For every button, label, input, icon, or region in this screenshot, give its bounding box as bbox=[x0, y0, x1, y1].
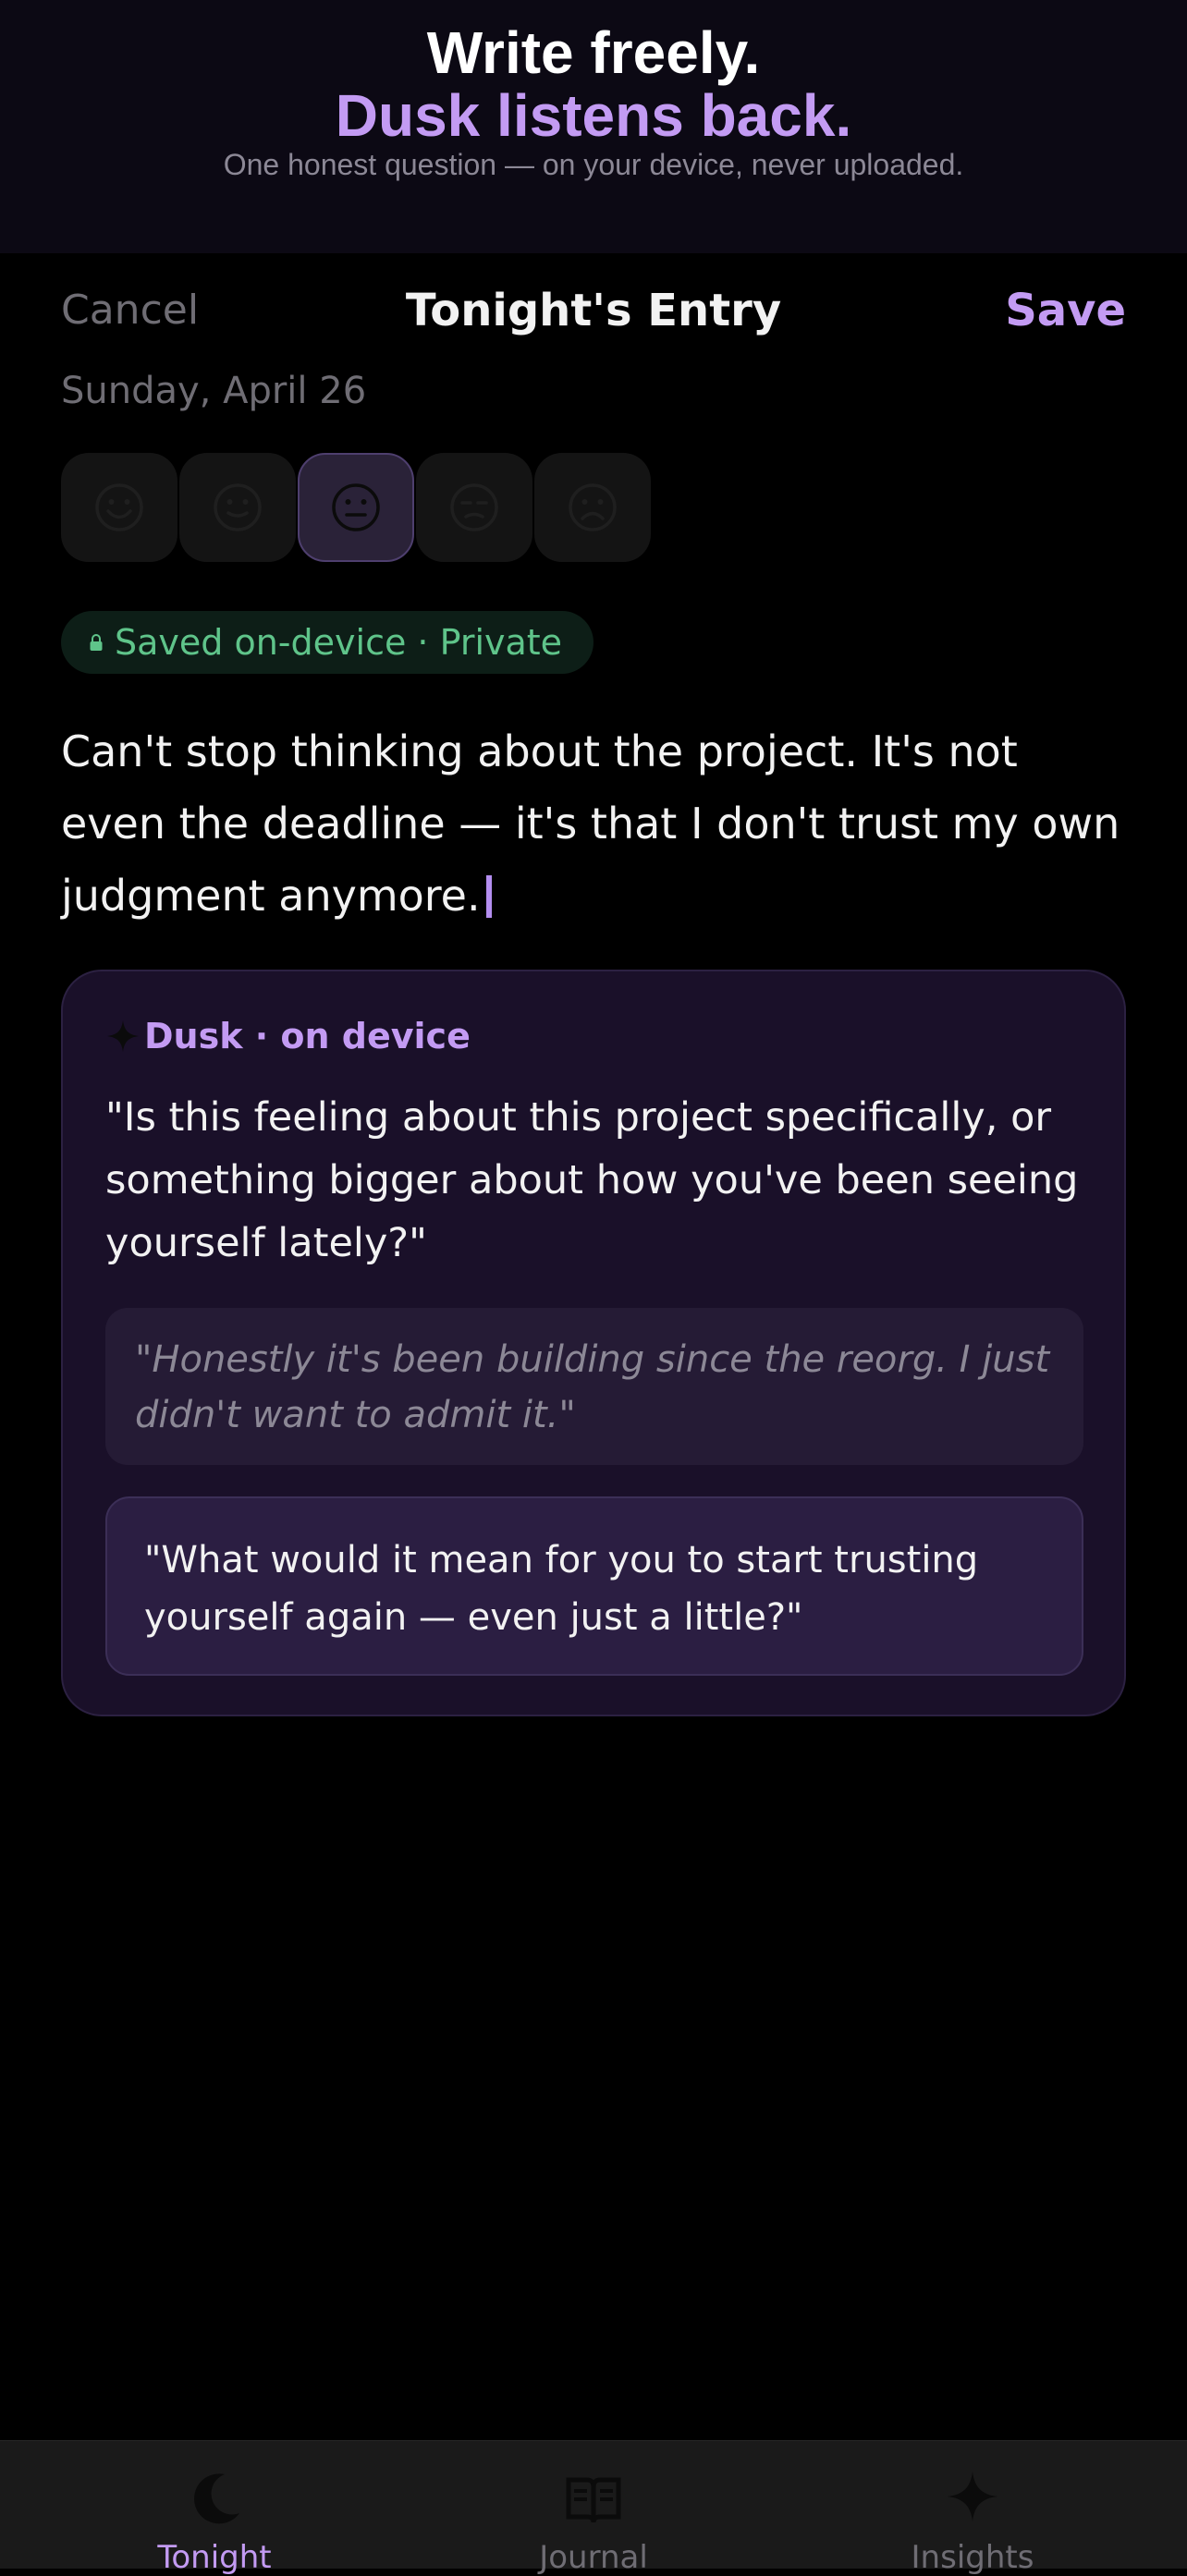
lock-icon bbox=[89, 633, 104, 652]
dusk-header: Dusk · on device bbox=[105, 1016, 471, 1056]
book-icon bbox=[455, 2469, 732, 2530]
tab-label-insights: Insights bbox=[911, 2539, 1034, 2576]
hero-subtitle: One honest question — on your device, ne… bbox=[223, 148, 964, 181]
tab-label-tonight: Tonight bbox=[157, 2539, 272, 2576]
moon-icon bbox=[76, 2469, 353, 2530]
tab-journal[interactable]: Journal bbox=[455, 2441, 732, 2576]
hero-accent: Dusk listens back. bbox=[335, 82, 852, 149]
frowning-face-icon bbox=[569, 483, 617, 531]
mood-option-neutral[interactable] bbox=[298, 453, 414, 562]
pensive-face-icon bbox=[450, 483, 498, 531]
tab-insights[interactable]: Insights bbox=[834, 2441, 1111, 2576]
mood-selector bbox=[61, 453, 653, 562]
privacy-badge: Saved on-device · Private bbox=[61, 611, 594, 674]
user-reply[interactable]: "Honestly it's been building since the r… bbox=[105, 1308, 1083, 1465]
entry-text: Can't stop thinking about the project. I… bbox=[61, 726, 1120, 921]
save-button[interactable]: Save bbox=[1005, 285, 1126, 336]
tab-bar: Tonight Journal Insights bbox=[0, 2440, 1187, 2576]
journal-entry-textarea[interactable]: Can't stop thinking about the project. I… bbox=[61, 715, 1133, 932]
privacy-badge-label: Saved on-device · Private bbox=[115, 622, 563, 663]
insights-sparkle-icon bbox=[834, 2469, 1111, 2530]
tab-tonight[interactable]: Tonight bbox=[76, 2441, 353, 2576]
entry-date: Sunday, April 26 bbox=[61, 370, 367, 412]
mood-option-pensive[interactable] bbox=[416, 453, 532, 562]
tab-label-journal: Journal bbox=[539, 2539, 648, 2576]
page-title: Tonight's Entry bbox=[405, 285, 782, 336]
dusk-label: Dusk · on device bbox=[144, 1016, 471, 1056]
mood-option-slightly-smiling[interactable] bbox=[179, 453, 296, 562]
smiling-face-icon bbox=[95, 483, 143, 531]
dusk-reflection-card: Dusk · on device "Is this feeling about … bbox=[61, 970, 1126, 1716]
hero-title: Write freely. bbox=[426, 19, 761, 86]
text-caret bbox=[485, 875, 492, 918]
slightly-smiling-face-icon bbox=[214, 483, 262, 531]
hero-banner: Write freely. Dusk listens back. One hon… bbox=[0, 0, 1187, 253]
neutral-face-icon bbox=[332, 483, 380, 531]
entry-nav-bar: Cancel Tonight's Entry Save bbox=[61, 277, 1126, 346]
dusk-followup-question[interactable]: "What would it mean for you to start tru… bbox=[105, 1496, 1083, 1676]
sparkle-icon bbox=[105, 1019, 141, 1054]
dusk-question: "Is this feeling about this project spec… bbox=[105, 1094, 1079, 1266]
mood-option-frowning[interactable] bbox=[534, 453, 651, 562]
mood-option-smiling[interactable] bbox=[61, 453, 177, 562]
